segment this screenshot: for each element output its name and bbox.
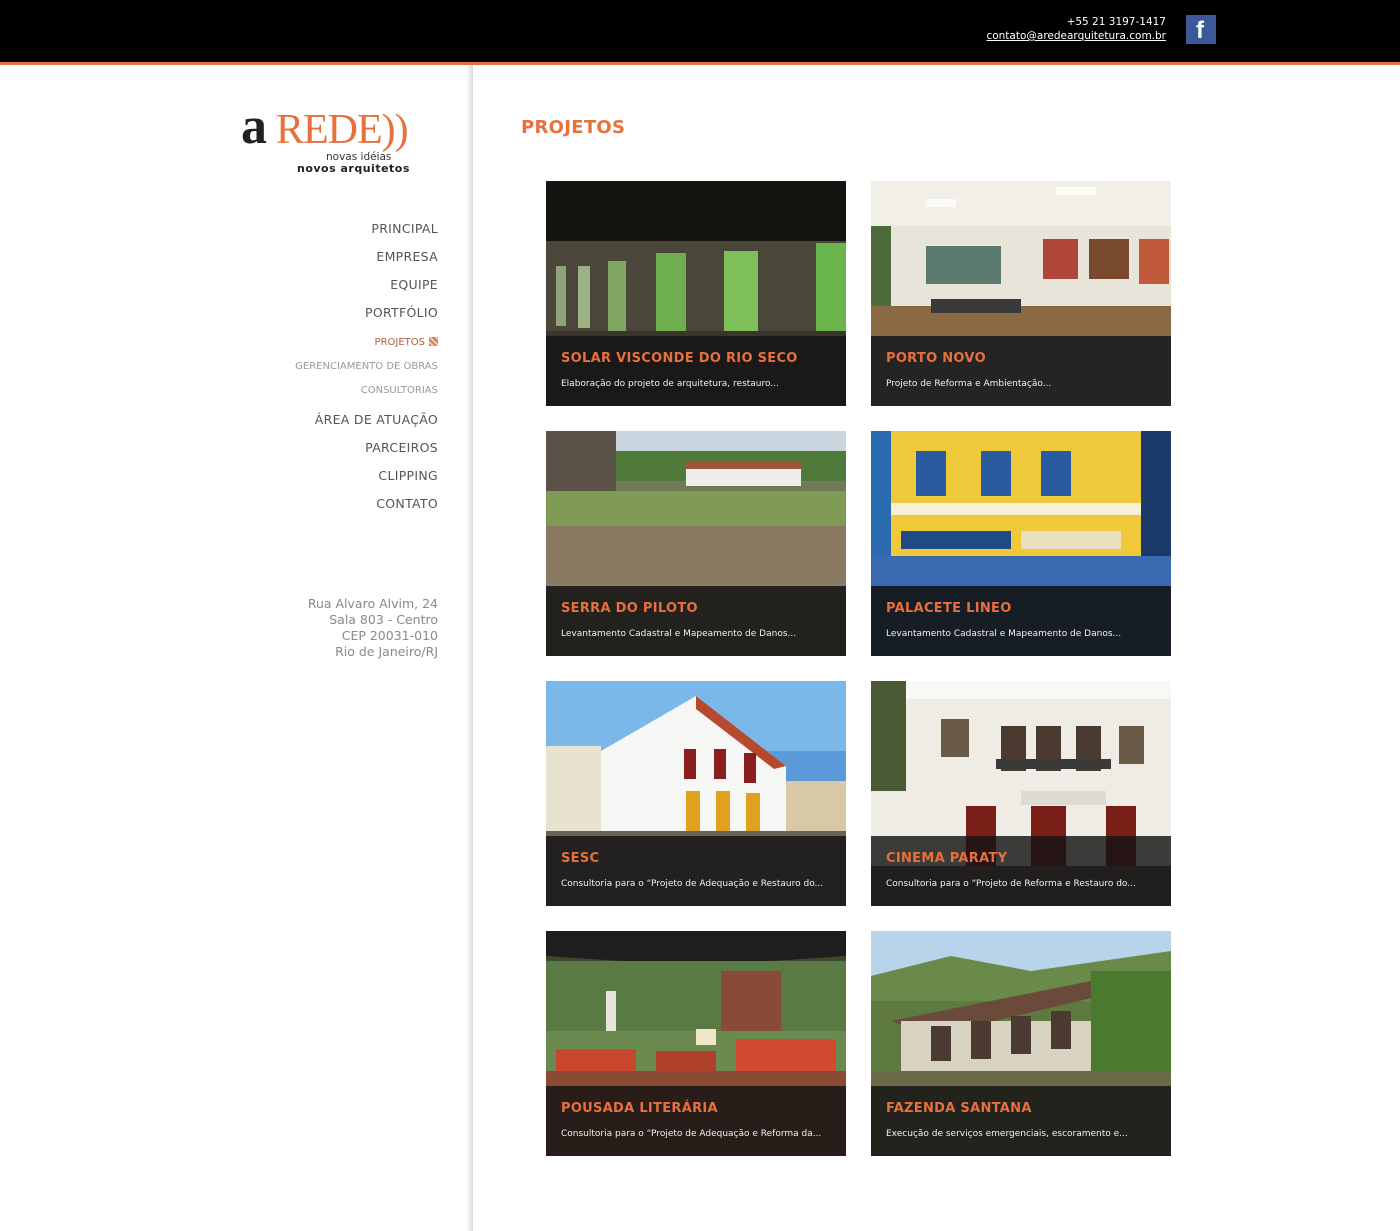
nav-contato[interactable]: CONTATO — [376, 496, 438, 511]
header-contact: +55 21 3197-1417 contato@aredearquitetur… — [986, 15, 1166, 43]
sidebar-divider — [466, 65, 473, 1231]
nav-portfolio[interactable]: PORTFÓLIO — [365, 305, 438, 320]
logo-tagline-2: novos arquitetos — [297, 162, 410, 175]
project-card[interactable]: SOLAR VISCONDE DO RIO SECO Elaboração do… — [546, 181, 846, 406]
card-caption-overlay — [871, 586, 1171, 656]
project-card[interactable]: SESC Consultoria para o “Projeto de Adeq… — [546, 681, 846, 906]
email-link[interactable]: contato@aredearquitetura.com.br — [986, 29, 1166, 43]
nav-projetos-label: PROJETOS — [374, 337, 425, 348]
project-card[interactable]: PORTO NOVO Projeto de Reforma e Ambienta… — [871, 181, 1171, 406]
project-title: FAZENDA SANTANA — [886, 1101, 1032, 1116]
project-card[interactable]: POUSADA LITERÁRIA Consultoria para o “Pr… — [546, 931, 846, 1156]
logo-letter-a: a — [241, 98, 267, 155]
phone-number: +55 21 3197-1417 — [1066, 16, 1166, 28]
project-card[interactable]: SERRA DO PILOTO Levantamento Cadastral e… — [546, 431, 846, 656]
project-title: SESC — [561, 851, 600, 866]
project-title: CINEMA PARATY — [886, 851, 1008, 866]
project-description: Execução de serviços emergenciais, escor… — [886, 1129, 1128, 1139]
project-card[interactable]: PALACETE LINEO Levantamento Cadastral e … — [871, 431, 1171, 656]
card-caption-overlay — [546, 336, 846, 406]
project-title: SERRA DO PILOTO — [561, 601, 698, 616]
address-line-3: CEP 20031-010 — [341, 628, 438, 643]
card-caption-overlay — [546, 1086, 846, 1156]
nav-equipe[interactable]: EQUIPE — [390, 277, 438, 292]
address: Rua Alvaro Alvim, 24 Sala 803 - Centro C… — [308, 596, 438, 660]
card-caption-overlay — [871, 336, 1171, 406]
header-accent-line — [0, 62, 1400, 65]
page-title: PROJETOS — [521, 117, 626, 138]
nav-area-de-atuacao[interactable]: ÁREA DE ATUAÇÃO — [315, 412, 438, 427]
project-description: Levantamento Cadastral e Mapeamento de D… — [561, 629, 797, 639]
logo-wordmark: REDE)) — [276, 107, 409, 153]
nav-principal[interactable]: PRINCIPAL — [371, 221, 438, 236]
address-line-4: Rio de Janeiro/RJ — [335, 644, 438, 659]
nav-gerenciamento-de-obras[interactable]: GERENCIAMENTO DE OBRAS — [295, 361, 438, 372]
logo[interactable]: a REDE)) novas idéias novos arquitetos — [238, 100, 438, 180]
project-card[interactable]: CINEMA PARATY Consultoria para o “Projet… — [871, 681, 1171, 906]
nav-projetos[interactable]: PROJETOS — [375, 337, 438, 348]
project-description: Projeto de Reforma e Ambientação... — [886, 379, 1052, 389]
project-title: PORTO NOVO — [886, 351, 986, 366]
card-caption-overlay — [546, 586, 846, 656]
project-description: Elaboração do projeto de arquitetura, re… — [561, 379, 779, 389]
active-marker-icon — [429, 337, 438, 346]
project-title: SOLAR VISCONDE DO RIO SECO — [561, 351, 798, 366]
project-title: POUSADA LITERÁRIA — [561, 1101, 718, 1116]
project-description: Consultoria para o “Projeto de Adequação… — [561, 879, 824, 889]
nav-clipping[interactable]: CLIPPING — [378, 468, 438, 483]
address-line-1: Rua Alvaro Alvim, 24 — [307, 596, 438, 611]
address-line-2: Sala 803 - Centro — [329, 612, 438, 627]
project-title: PALACETE LINEO — [886, 601, 1012, 616]
card-caption-overlay — [871, 836, 1171, 906]
project-description: Levantamento Cadastral e Mapeamento de D… — [886, 629, 1122, 639]
nav-parceiros[interactable]: PARCEIROS — [365, 440, 438, 455]
nav-empresa[interactable]: EMPRESA — [376, 249, 438, 264]
nav-consultorias[interactable]: CONSULTORIAS — [361, 385, 438, 396]
project-description: Consultoria para o “Projeto de Adequação… — [561, 1129, 822, 1139]
facebook-icon[interactable]: f — [1186, 15, 1216, 44]
card-caption-overlay — [871, 1086, 1171, 1156]
project-card[interactable]: FAZENDA SANTANA Execução de serviços eme… — [871, 931, 1171, 1156]
top-bar: +55 21 3197-1417 contato@aredearquitetur… — [0, 0, 1400, 62]
project-description: Consultoria para o “Projeto de Reforma e… — [886, 879, 1136, 889]
card-caption-overlay — [546, 836, 846, 906]
